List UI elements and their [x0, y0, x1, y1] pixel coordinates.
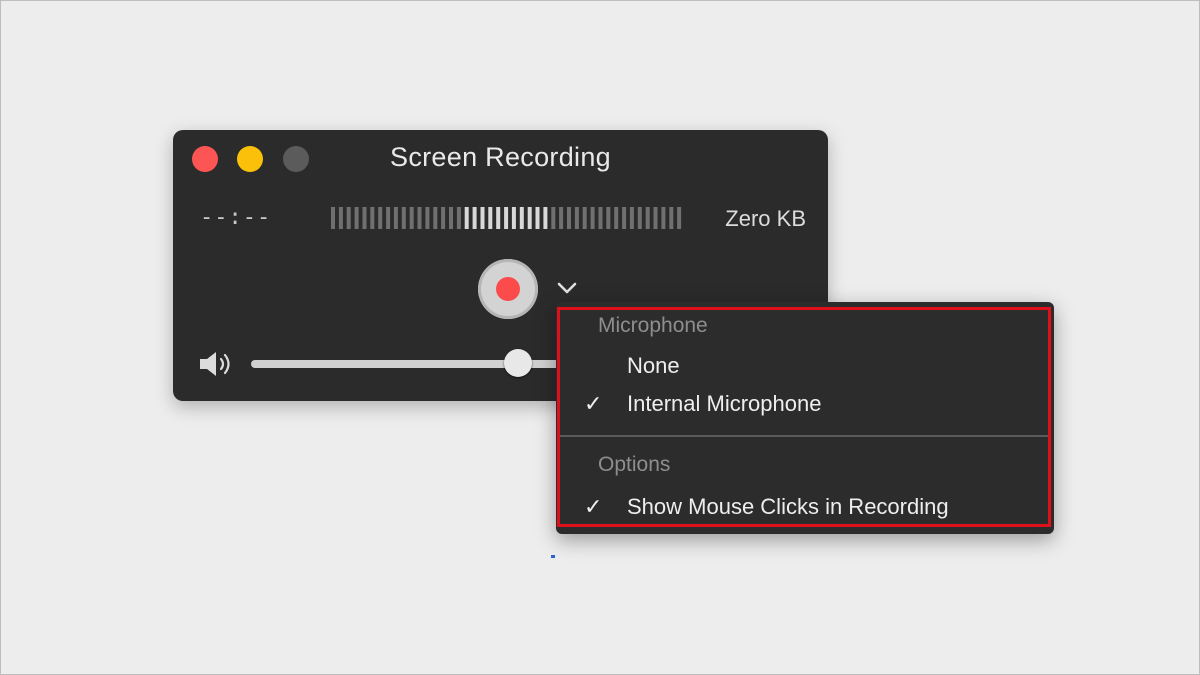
meter-bar	[582, 207, 587, 229]
meter-bar	[645, 207, 650, 229]
meter-bar	[338, 207, 343, 229]
meter-bar	[433, 207, 438, 229]
meter-bar	[386, 207, 391, 229]
options-dropdown-menu: Microphone None ✓ Internal Microphone Op…	[556, 302, 1054, 534]
menu-item-internal-microphone[interactable]: ✓ Internal Microphone	[556, 387, 1054, 421]
meter-bar	[472, 207, 477, 229]
meter-bar	[511, 207, 516, 229]
menu-separator	[560, 435, 1050, 437]
meter-bar	[653, 207, 658, 229]
meter-bar	[370, 207, 375, 229]
file-size: Zero KB	[725, 206, 806, 231]
meter-bar	[622, 207, 627, 229]
speaker-icon	[200, 352, 230, 376]
meter-bar	[331, 207, 335, 229]
meter-bar	[519, 207, 524, 229]
meter-bar	[456, 207, 461, 229]
meter-bar	[480, 207, 485, 229]
meter-bar	[606, 207, 611, 229]
meter-bar	[393, 207, 398, 229]
meter-bar	[598, 207, 603, 229]
meter-bar	[559, 207, 564, 229]
section-header-microphone: Microphone	[598, 314, 708, 337]
volume-slider-knob[interactable]	[504, 349, 532, 377]
meter-bar	[354, 207, 359, 229]
meter-bar	[590, 207, 595, 229]
window-title: Screen Recording	[390, 142, 611, 172]
meter-bar	[378, 207, 383, 229]
meter-bar	[504, 207, 509, 229]
cursor-artifact	[551, 555, 555, 558]
meter-bar	[669, 207, 674, 229]
menu-item-label: Internal Microphone	[627, 391, 822, 416]
meter-bar	[346, 207, 351, 229]
check-icon: ✓	[584, 494, 603, 519]
meter-bar	[362, 207, 367, 229]
meter-bar	[574, 207, 579, 229]
meter-bar	[661, 207, 666, 229]
meter-bar	[567, 207, 571, 229]
meter-bar	[677, 207, 682, 229]
meter-bar	[409, 207, 414, 229]
check-icon: ✓	[584, 391, 603, 416]
meter-bar	[527, 207, 532, 229]
menu-item-none[interactable]: None	[556, 349, 1054, 383]
meter-bar	[449, 207, 453, 229]
record-button[interactable]	[478, 259, 538, 319]
meter-bar	[417, 207, 422, 229]
meter-bar	[551, 207, 556, 229]
record-dot-icon	[496, 277, 520, 301]
meter-bar	[535, 207, 540, 229]
meter-bar	[425, 207, 430, 229]
menu-item-label: Show Mouse Clicks in Recording	[627, 494, 949, 519]
meter-bar	[401, 207, 406, 229]
meter-bar	[614, 207, 619, 229]
meter-bar	[543, 207, 548, 229]
chevron-down-icon[interactable]	[556, 280, 578, 296]
audio-level-meter	[331, 207, 682, 229]
meter-bar	[496, 207, 501, 229]
meter-bar	[464, 207, 469, 229]
elapsed-time: --:--	[200, 205, 272, 230]
meter-bar	[441, 207, 446, 229]
menu-item-show-mouse-clicks[interactable]: ✓ Show Mouse Clicks in Recording	[556, 490, 1054, 524]
menu-item-label: None	[627, 353, 680, 378]
meter-bar	[637, 207, 642, 229]
section-header-options: Options	[598, 453, 671, 476]
meter-bar	[629, 207, 634, 229]
meter-bar	[488, 207, 493, 229]
